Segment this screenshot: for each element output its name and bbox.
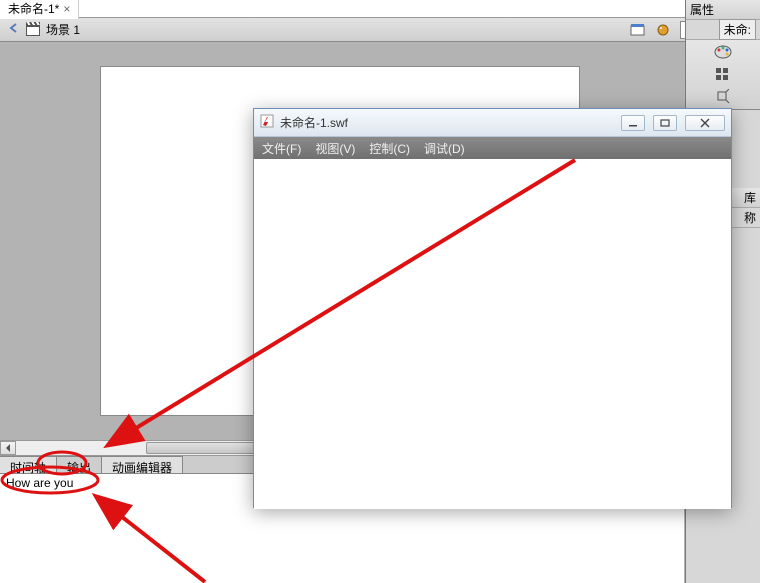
menu-debug[interactable]: 调试(D) [424, 140, 465, 157]
scroll-left-arrow-icon[interactable] [0, 441, 16, 455]
edit-symbol-icon[interactable] [654, 20, 674, 40]
swf-titlebar[interactable]: 未命名-1.swf [254, 109, 731, 137]
properties-panel-row: 未命: [686, 20, 760, 40]
undefined-name-field[interactable]: 未命: [719, 19, 756, 40]
panel-icon-strip [686, 40, 760, 110]
library-label: 库 [744, 189, 756, 206]
flash-file-icon [260, 114, 274, 131]
maximize-button[interactable] [653, 115, 677, 131]
minimize-button[interactable] [621, 115, 645, 131]
swf-menubar: 文件(F) 视图(V) 控制(C) 调试(D) [254, 137, 731, 159]
tab-timeline-label: 时间轴 [10, 461, 46, 475]
swf-player-window[interactable]: 未命名-1.swf 文件(F) 视图(V) 控制(C) 调试(D) [253, 108, 732, 508]
tab-timeline[interactable]: 时间轴 [0, 456, 57, 473]
align-icon[interactable] [713, 66, 733, 82]
menu-file[interactable]: 文件(F) [262, 140, 301, 157]
edit-scene-icon[interactable] [628, 20, 648, 40]
properties-label: 属性 [690, 1, 714, 18]
tab-anim-editor[interactable]: 动画编辑器 [102, 456, 183, 473]
tab-output-label: 输出 [67, 461, 91, 475]
scene-icon [26, 24, 40, 36]
scene-name: 场景 1 [46, 21, 80, 38]
properties-panel-header[interactable]: 属性 [686, 0, 760, 20]
tab-output[interactable]: 输出 [57, 456, 102, 473]
close-button[interactable] [685, 115, 725, 131]
scene-toolbar: 场景 1 100% [0, 18, 760, 42]
swatches-icon[interactable] [713, 44, 733, 60]
swf-window-title: 未命名-1.swf [280, 114, 613, 131]
name-label: 称 [744, 209, 756, 226]
menu-control[interactable]: 控制(C) [369, 140, 410, 157]
back-arrow-icon[interactable] [8, 22, 20, 37]
close-tab-icon[interactable]: × [63, 2, 70, 16]
tab-anim-editor-label: 动画编辑器 [112, 461, 172, 475]
swf-content-area [254, 159, 731, 509]
document-tab-bar: 未命名-1* × [0, 0, 760, 18]
menu-view[interactable]: 视图(V) [315, 140, 355, 157]
document-tab[interactable]: 未命名-1* × [0, 0, 79, 19]
document-tab-label: 未命名-1* [8, 0, 59, 17]
output-text: How are you [6, 476, 73, 490]
transform-icon[interactable] [713, 89, 733, 105]
